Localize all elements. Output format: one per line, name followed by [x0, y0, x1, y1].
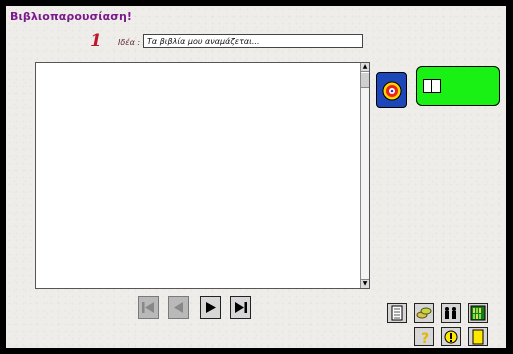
- first-page-icon: [142, 302, 154, 313]
- idea-label: Ιδέα :: [118, 38, 141, 47]
- help-button[interactable]: ?: [414, 327, 434, 346]
- target-button[interactable]: [376, 72, 407, 108]
- previous-page-button[interactable]: [168, 296, 189, 319]
- first-page-button[interactable]: [138, 296, 159, 319]
- content-textarea[interactable]: ▲ ▼: [35, 62, 370, 289]
- next-page-button[interactable]: [200, 296, 221, 319]
- svg-text:?: ?: [421, 331, 429, 345]
- bookshelf-button[interactable]: [468, 303, 488, 323]
- people-icon: [445, 307, 456, 319]
- book-icon: [423, 79, 441, 93]
- idea-input[interactable]: Τα βιβλία μου αναμάζεται...: [143, 34, 363, 48]
- people-button[interactable]: [441, 303, 461, 323]
- bookshelf-icon: [470, 305, 486, 321]
- window-frame: Βιβλιοπαρουσίαση! 1 Ιδέα : Τα βιβλία μου…: [0, 0, 513, 354]
- coins-button[interactable]: [414, 303, 434, 323]
- previous-page-icon: [174, 302, 183, 313]
- notepad-icon: [391, 305, 403, 321]
- vertical-scrollbar[interactable]: ▲ ▼: [360, 63, 369, 288]
- notepad-button[interactable]: [387, 303, 407, 323]
- target-icon: [382, 81, 402, 101]
- warning-button[interactable]: [441, 327, 461, 346]
- note-button[interactable]: [468, 327, 488, 346]
- scroll-thumb[interactable]: [361, 72, 369, 88]
- app-title: Βιβλιοπαρουσίαση!: [10, 10, 132, 23]
- scroll-up-arrow-icon[interactable]: ▲: [361, 63, 369, 72]
- last-page-button[interactable]: [230, 296, 251, 319]
- next-page-icon: [206, 302, 216, 313]
- step-number: 1: [90, 31, 102, 51]
- warning-icon: [444, 330, 458, 344]
- scroll-down-arrow-icon[interactable]: ▼: [361, 279, 369, 288]
- note-icon: [472, 329, 484, 345]
- app-canvas: Βιβλιοπαρουσίαση! 1 Ιδέα : Τα βιβλία μου…: [6, 6, 506, 348]
- last-page-icon: [235, 302, 247, 313]
- book-button[interactable]: [416, 66, 500, 106]
- question-icon: ?: [421, 331, 429, 345]
- coins-icon: [416, 307, 432, 319]
